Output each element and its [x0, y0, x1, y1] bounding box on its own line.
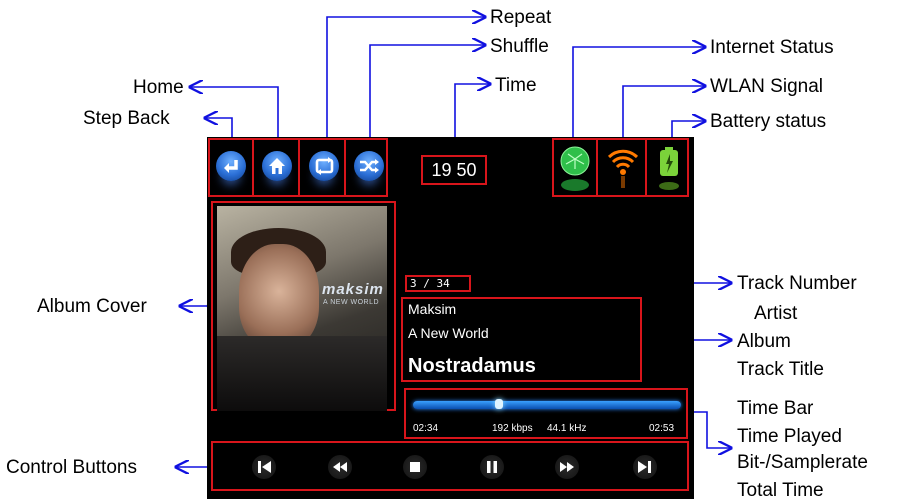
label-track-number: Track Number [737, 273, 857, 294]
label-bitrate-samplerate: Bit-/Samplerate [737, 452, 868, 473]
progress-knob[interactable] [495, 399, 503, 409]
track-number: 3 / 34 [405, 275, 471, 292]
step-back-button[interactable] [216, 151, 246, 181]
internet-status-icon [560, 146, 590, 191]
stop-button[interactable] [403, 455, 427, 479]
label-track-title: Track Title [737, 359, 824, 380]
time-played: 02:34 [413, 423, 439, 434]
fast-forward-button[interactable] [555, 455, 579, 479]
time-bar-panel: 02:34 192 kbps 44.1 kHz 02:53 [404, 388, 688, 439]
label-control-buttons: Control Buttons [6, 457, 137, 478]
label-total-time: Total Time [737, 480, 824, 501]
label-shuffle: Shuffle [490, 36, 549, 57]
label-artist: Artist [754, 303, 798, 324]
pause-icon [487, 461, 497, 473]
wlan-signal-icon [607, 149, 639, 188]
shuffle-button[interactable] [354, 151, 384, 181]
stop-icon [410, 462, 420, 472]
fast-forward-icon [560, 462, 574, 472]
album-cover[interactable]: maksim A NEW WORLD [217, 206, 387, 411]
previous-track-button[interactable] [252, 455, 276, 479]
album-name: A New World [408, 325, 489, 341]
rewind-button[interactable] [328, 455, 352, 479]
skip-previous-icon [258, 461, 271, 473]
label-battery-status: Battery status [710, 111, 827, 132]
label-repeat: Repeat [490, 7, 552, 28]
progress-bar[interactable] [413, 399, 681, 409]
repeat-button[interactable] [309, 151, 339, 181]
next-track-button[interactable] [633, 455, 657, 479]
label-album-cover: Album Cover [37, 296, 147, 317]
home-button[interactable] [262, 151, 292, 181]
cover-artist-text: maksim [322, 281, 384, 298]
label-wlan-signal: WLAN Signal [710, 76, 823, 97]
samplerate: 44.1 kHz [547, 423, 587, 434]
track-info: Maksim A New World Nostradamus [401, 297, 642, 382]
track-title: Nostradamus [408, 355, 536, 377]
clock-display: 19 50 [421, 155, 487, 185]
label-internet-status: Internet Status [710, 37, 834, 58]
label-album: Album [737, 331, 791, 352]
home-icon [269, 158, 285, 174]
pause-button[interactable] [480, 455, 504, 479]
total-time: 02:53 [649, 423, 675, 434]
label-home: Home [133, 77, 184, 98]
rewind-icon [333, 462, 347, 472]
shuffle-icon [360, 159, 379, 173]
bitrate: 192 kbps [492, 423, 533, 434]
label-time: Time [495, 75, 537, 96]
artist-name: Maksim [408, 301, 457, 317]
cover-album-text: A NEW WORLD [323, 299, 380, 306]
skip-next-icon [638, 461, 651, 473]
label-step-back: Step Back [83, 108, 170, 129]
repeat-icon [315, 157, 334, 175]
label-time-bar: Time Bar [737, 398, 814, 419]
control-buttons [211, 441, 689, 491]
battery-icon [659, 147, 679, 190]
step-back-icon [224, 160, 238, 173]
label-time-played: Time Played [737, 426, 842, 447]
